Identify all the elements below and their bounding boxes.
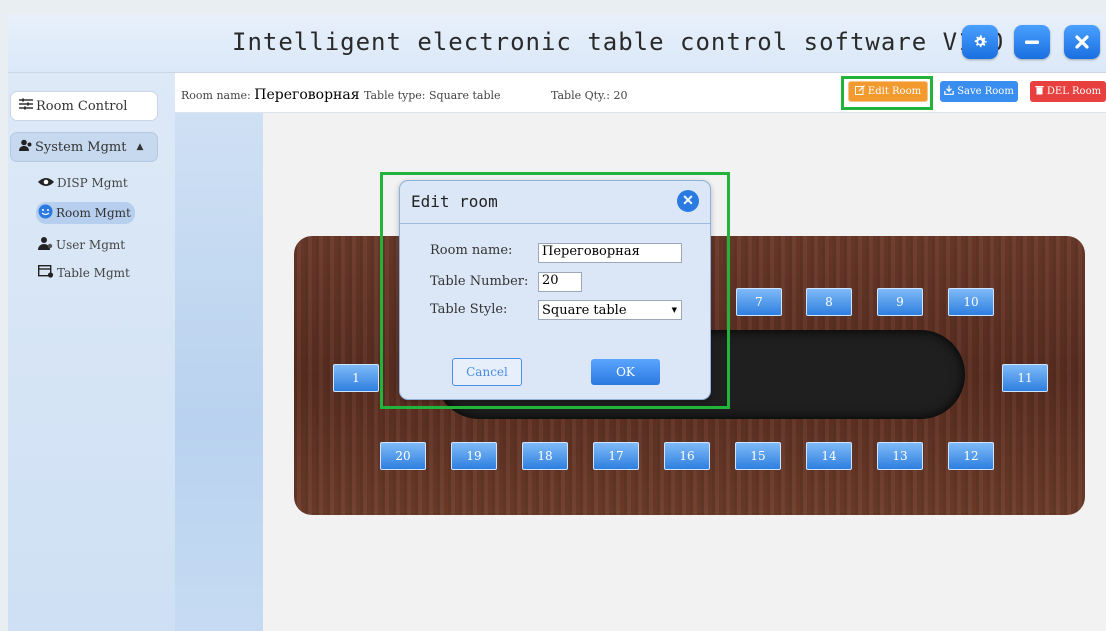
- settings-button[interactable]: [962, 25, 998, 59]
- sidebar-item-label: DISP Mgmt: [57, 176, 128, 190]
- sidebar-item-disp-mgmt[interactable]: DISP Mgmt: [38, 176, 128, 190]
- save-room-button[interactable]: Save Room: [940, 81, 1018, 102]
- user-icon: [38, 236, 53, 253]
- nav-system-mgmt[interactable]: System Mgmt ▲: [10, 132, 158, 162]
- nav-room-control[interactable]: Room Control: [10, 91, 158, 121]
- seat-button[interactable]: 19: [451, 442, 497, 470]
- download-icon: [944, 85, 954, 98]
- decorative-strip: [175, 112, 263, 631]
- seat-button[interactable]: 15: [735, 442, 781, 470]
- table-qty-value: 20: [613, 89, 628, 102]
- seat-button[interactable]: 12: [948, 442, 994, 470]
- seat-button[interactable]: 9: [877, 288, 923, 316]
- gear-icon: [974, 35, 987, 48]
- table-icon: [37, 264, 54, 281]
- seat-button[interactable]: 17: [593, 442, 639, 470]
- seat-button[interactable]: 20: [380, 442, 426, 470]
- smile-icon: [38, 204, 53, 222]
- dialog-highlight: [380, 172, 730, 409]
- seat-button[interactable]: 1: [333, 364, 379, 392]
- table-type-value: Square table: [429, 89, 501, 102]
- minimize-button[interactable]: [1014, 25, 1050, 59]
- sliders-icon: [19, 98, 33, 114]
- seat-button[interactable]: 11: [1002, 364, 1048, 392]
- trash-icon: [1035, 85, 1044, 98]
- nav-system-mgmt-label: System Mgmt: [35, 139, 127, 155]
- seat-button[interactable]: 7: [736, 288, 782, 316]
- table-qty-label: Table Qty.:: [551, 89, 611, 102]
- eye-icon: [38, 176, 54, 190]
- sidebar-item-label: Room Mgmt: [56, 206, 131, 220]
- room-name-info: Room name: Переговорная: [181, 87, 360, 103]
- edit-room-highlight: [841, 76, 933, 110]
- table-type-label: Table type:: [364, 89, 426, 102]
- sidebar-item-label: Table Mgmt: [57, 266, 130, 280]
- save-room-label: Save Room: [957, 86, 1014, 97]
- sidebar-item-user-mgmt[interactable]: User Mgmt: [38, 236, 125, 253]
- sidebar-item-room-mgmt[interactable]: Room Mgmt: [36, 202, 135, 224]
- close-button[interactable]: [1064, 25, 1100, 59]
- seat-button[interactable]: 16: [664, 442, 710, 470]
- seat-button[interactable]: 13: [877, 442, 923, 470]
- del-room-label: DEL Room: [1046, 86, 1102, 97]
- table-type-info: Table type: Square table: [364, 89, 501, 102]
- app-title: Intelligent electronic table control sof…: [232, 28, 1005, 56]
- del-room-button[interactable]: DEL Room: [1030, 81, 1106, 102]
- nav-room-control-label: Room Control: [36, 98, 128, 114]
- close-icon: [1075, 35, 1089, 49]
- room-name-label: Room name:: [181, 89, 251, 102]
- room-name-value: Переговорная: [254, 87, 360, 103]
- seat-button[interactable]: 14: [806, 442, 852, 470]
- sidebar-item-table-mgmt[interactable]: Table Mgmt: [37, 264, 130, 281]
- table-qty-info: Table Qty.: 20: [551, 89, 628, 102]
- seat-button[interactable]: 18: [522, 442, 568, 470]
- seat-button[interactable]: 8: [806, 288, 852, 316]
- seat-button[interactable]: 10: [948, 288, 994, 316]
- users-icon: [19, 139, 33, 155]
- caret-up-icon: ▲: [136, 142, 144, 152]
- sidebar-item-label: User Mgmt: [56, 237, 126, 252]
- minimize-icon: [1025, 40, 1039, 44]
